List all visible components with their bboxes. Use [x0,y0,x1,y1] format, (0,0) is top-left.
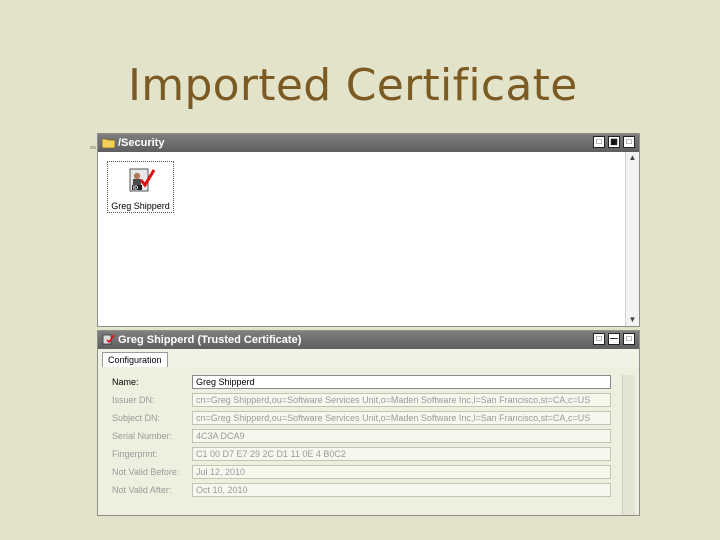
folder-icon [102,138,115,148]
tile-icon[interactable]: ▦ [608,136,620,148]
certificate-small-icon [102,334,115,345]
restore-icon[interactable]: □ [593,136,605,148]
issuer-dn-field[interactable]: cn=Greg Shipperd,ou=Software Services Un… [192,393,611,407]
restore-icon[interactable]: □ [593,333,605,345]
name-field[interactable]: Greg Shipperd [192,375,611,389]
certificate-details-window: Greg Shipperd (Trusted Certificate) □ — … [97,330,640,516]
details-window-titlebar[interactable]: Greg Shipperd (Trusted Certificate) □ — … [98,331,639,349]
field-label: Serial Number: [112,431,173,441]
security-window: /Security □ ▦ □ ID Greg Shipperd ▲ ▼ [97,133,640,327]
field-row-serial-number: Serial Number: 4C3A DCA9 [106,429,611,443]
slide-title: Imported Certificate [128,60,578,111]
window-title: /Security [118,137,165,149]
scroll-up-icon[interactable]: ▲ [626,152,639,164]
tab-configuration[interactable]: Configuration [102,352,168,367]
scroll-down-icon[interactable]: ▼ [626,314,639,326]
field-row-not-valid-after: Not Valid After: Oct 10, 2010 [106,483,611,497]
vertical-scrollbar[interactable] [622,375,635,515]
field-label: Not Valid After: [112,485,172,495]
window-title: Greg Shipperd (Trusted Certificate) [118,334,302,346]
not-valid-before-field[interactable]: Jul 12, 2010 [192,465,611,479]
minimize-icon[interactable]: — [608,333,620,345]
svg-text:ID: ID [133,186,138,192]
not-valid-after-field[interactable]: Oct 10, 2010 [192,483,611,497]
serial-number-field[interactable]: 4C3A DCA9 [192,429,611,443]
field-row-issuer-dn: Issuer DN: cn=Greg Shipperd,ou=Software … [106,393,611,407]
subject-dn-field[interactable]: cn=Greg Shipperd,ou=Software Services Un… [192,411,611,425]
maximize-icon[interactable]: □ [623,136,635,148]
field-row-name: Name: Greg Shipperd [106,375,611,389]
maximize-icon[interactable]: □ [623,333,635,345]
field-label: Fingerprint: [112,449,158,459]
field-label: Subject DN: [112,413,161,423]
certificate-label: Greg Shipperd [108,201,173,211]
field-label: Not Valid Before: [112,467,180,477]
fingerprint-field[interactable]: C1 00 D7 E7 29 2C D1 11 0E 4 B0C2 [192,447,611,461]
field-label: Issuer DN: [112,395,155,405]
certificate-icon: ID [129,168,156,192]
security-window-titlebar[interactable]: /Security □ ▦ □ [98,134,639,152]
tab-strip: Configuration [98,349,639,367]
certificate-form: Name: Greg Shipperd Issuer DN: cn=Greg S… [106,375,611,515]
field-label: Name: [112,377,139,387]
field-row-subject-dn: Subject DN: cn=Greg Shipperd,ou=Software… [106,411,611,425]
vertical-scrollbar[interactable]: ▲ ▼ [625,152,639,326]
bullet-marker [90,146,96,149]
certificate-item[interactable]: ID Greg Shipperd [107,161,174,213]
field-row-not-valid-before: Not Valid Before: Jul 12, 2010 [106,465,611,479]
field-row-fingerprint: Fingerprint: C1 00 D7 E7 29 2C D1 11 0E … [106,447,611,461]
